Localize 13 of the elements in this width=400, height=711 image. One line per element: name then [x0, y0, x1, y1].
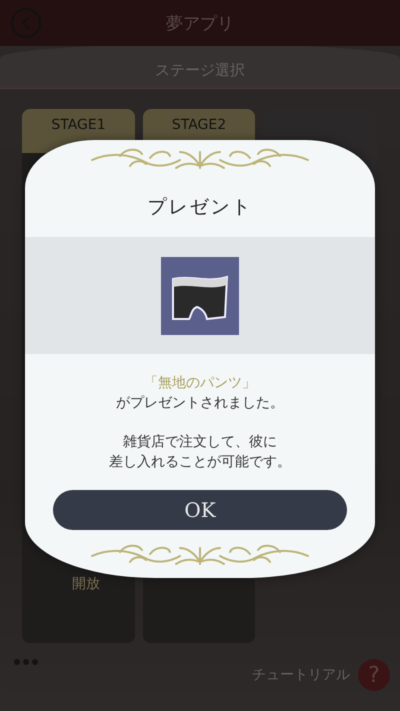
dialog-title: プレゼント	[148, 195, 252, 220]
present-message: がプレゼントされました。	[116, 394, 284, 412]
stage-status: 開放	[72, 575, 101, 593]
dots-icon[interactable]	[14, 659, 38, 665]
tutorial-label[interactable]: チュートリアル	[252, 666, 350, 684]
stage-label: STAGE2	[172, 117, 226, 135]
item-name: 「無地のパンツ」	[144, 374, 256, 392]
item-description: 差し入れることが可能です。	[109, 453, 291, 472]
help-button[interactable]: ?	[358, 659, 390, 691]
ok-button[interactable]: OK	[53, 490, 347, 530]
item-description: 雑貨店で注文して、彼に	[123, 433, 277, 452]
stage-label: STAGE1	[51, 117, 106, 135]
app-title: 夢アプリ	[166, 14, 234, 34]
